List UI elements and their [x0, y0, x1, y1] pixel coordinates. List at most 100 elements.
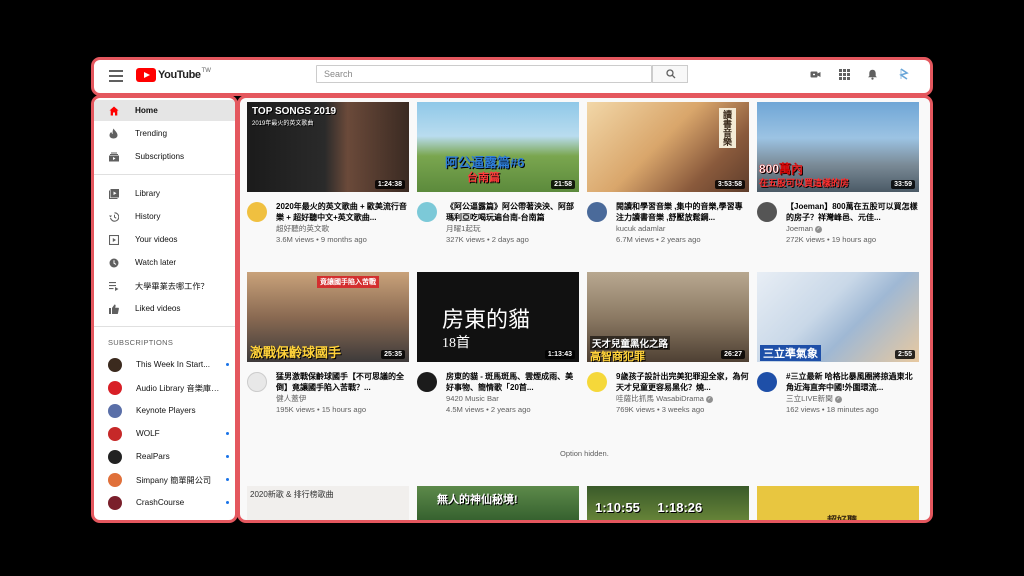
- video-card[interactable]: 三立準氣象 2:55 #三立最新 哈格比暴風圈將掠過東北角近海直奔中國!外圍環流…: [757, 272, 919, 417]
- channel-avatar[interactable]: [417, 372, 437, 392]
- video-thumbnail[interactable]: 天才兒童黑化之路 高智商犯罪 26:27: [587, 272, 749, 362]
- video-thumbnail[interactable]: TOP SONGS 2019 2019年最火的英文歌曲 1:24:38: [247, 102, 409, 192]
- video-stats: 769K views • 3 weeks ago: [616, 405, 705, 414]
- video-thumbnail[interactable]: 阿公逼露篇#6 台南篇 21:58: [417, 102, 579, 192]
- video-thumbnail[interactable]: 1:10:55 1:18:26: [587, 486, 749, 520]
- video-thumbnail[interactable]: 讀書音樂 3:53:58: [587, 102, 749, 192]
- video-thumbnail[interactable]: 竟讓國手陷入苦戰 激戰保齡球國手 25:35: [247, 272, 409, 362]
- video-duration: 3:53:58: [714, 180, 745, 189]
- sidebar-item-liked-videos[interactable]: Liked videos: [94, 298, 235, 319]
- video-duration: 1:24:38: [374, 180, 405, 189]
- sidebar-item-home[interactable]: Home: [94, 100, 235, 121]
- subscription-item[interactable]: Simpany 簡單開公司: [94, 468, 235, 491]
- video-duration: 1:13:43: [544, 350, 575, 359]
- search-icon: [666, 69, 676, 79]
- subscriptions-icon: [108, 151, 119, 162]
- channel-avatar: [108, 403, 122, 418]
- video-duration: 21:58: [551, 180, 575, 189]
- video-thumbnail[interactable]: 三立準氣象 2:55: [757, 272, 919, 362]
- channel-avatar[interactable]: [417, 202, 437, 222]
- channel-name[interactable]: 月曜1起玩: [446, 223, 579, 234]
- verified-icon: ✓: [815, 225, 823, 233]
- video-stats: 195K views • 15 hours ago: [276, 405, 367, 414]
- library-icon: [108, 188, 119, 199]
- subscription-item[interactable]: CrashCourse: [94, 491, 235, 514]
- account-avatar-icon[interactable]: [897, 67, 911, 81]
- history-icon: [108, 211, 119, 222]
- video-stats: 6.7M views • 2 years ago: [616, 235, 701, 244]
- video-title[interactable]: 房東的貓 - 斑馬斑馬、雲煙成雨、美好事物、簡情歌「20首...: [446, 371, 579, 393]
- channel-name[interactable]: 哇薩比抓馬 WasabiDrama ✓: [616, 393, 749, 404]
- youtube-logo[interactable]: YouTube TW: [136, 68, 211, 82]
- sidebar-item-library[interactable]: Library: [94, 183, 235, 204]
- channel-name[interactable]: Joeman ✓: [786, 223, 919, 234]
- sidebar-item-playlist[interactable]: 大學畢業去哪工作？: [94, 275, 235, 296]
- video-duration: 25:35: [381, 350, 405, 359]
- menu-icon[interactable]: [109, 70, 123, 82]
- channel-avatar[interactable]: [587, 372, 607, 392]
- new-content-dot: [226, 478, 229, 481]
- sidebar-item-your-videos[interactable]: Your videos: [94, 229, 235, 250]
- new-content-dot: [226, 363, 229, 366]
- video-duration: 2:55: [894, 350, 915, 359]
- sidebar-divider: [94, 174, 235, 175]
- playlist-icon: [108, 280, 119, 291]
- sidebar-item-history[interactable]: History: [94, 206, 235, 227]
- video-thumbnail[interactable]: 2020新歌 & 排行榜歌曲: [247, 486, 409, 520]
- channel-name[interactable]: kucuk adamlar: [616, 223, 749, 234]
- sidebar-item-watch-later[interactable]: Watch later: [94, 252, 235, 273]
- video-title[interactable]: 【Joeman】800萬在五股可以買怎樣的房子？祥灣峰邑、元佳...: [786, 201, 919, 223]
- channel-avatar[interactable]: [757, 202, 777, 222]
- channel-avatar: [108, 472, 122, 487]
- channel-avatar: [108, 380, 122, 395]
- channel-avatar[interactable]: [757, 372, 777, 392]
- apps-grid-icon[interactable]: [839, 69, 850, 80]
- sidebar-item-trending[interactable]: Trending: [94, 123, 235, 144]
- video-thumbnail[interactable]: 房東的貓 18首 1:13:43: [417, 272, 579, 362]
- video-title[interactable]: 2020年最火的英文歌曲 + 歐美流行音樂 + 超好聽中文+英文歌曲...: [276, 201, 409, 223]
- video-thumbnail[interactable]: 800萬內 在五股可以買這樣的房 33:59: [757, 102, 919, 192]
- home-icon: [108, 105, 119, 116]
- video-title[interactable]: #三立最新 哈格比暴風圈將掠過東北角近海直奔中國!外圍環流...: [786, 371, 919, 393]
- video-card[interactable]: TOP SONGS 2019 2019年最火的英文歌曲 1:24:38 2020…: [247, 102, 409, 247]
- search-button[interactable]: [652, 65, 688, 83]
- video-thumbnail[interactable]: 無人的神仙秘境!: [417, 486, 579, 520]
- subscription-item[interactable]: RealPars: [94, 445, 235, 468]
- channel-avatar[interactable]: [247, 372, 267, 392]
- channel-name[interactable]: 健人蓋伊: [276, 393, 409, 404]
- sidebar-item-subscriptions[interactable]: Subscriptions: [94, 146, 235, 167]
- video-title[interactable]: 猛男激戰保齡球國手【不可思議的全倒】竟讓國手陷入苦戰？...: [276, 371, 409, 393]
- your-videos-icon: [108, 234, 119, 245]
- video-stats: 162 views • 18 minutes ago: [786, 405, 879, 414]
- video-title[interactable]: 9歲孩子設計出完美犯罪迎全家，為何天才兒童更容易黑化？燒...: [616, 371, 749, 393]
- subscription-item[interactable]: Audio Library 音樂庫 ...: [94, 376, 235, 399]
- video-title[interactable]: 《阿公逼露篇》阿公帶著泱泱、阿部瑪利亞吃喝玩遍台南-台南篇: [446, 201, 579, 223]
- channel-avatar[interactable]: [587, 202, 607, 222]
- video-title[interactable]: 閱讀和學習音樂 ,集中的音樂,學習專注力讀書音樂 ,舒壓放鬆鋼...: [616, 201, 749, 223]
- video-card[interactable]: 阿公逼露篇#6 台南篇 21:58 《阿公逼露篇》阿公帶著泱泱、阿部瑪利亞吃喝玩…: [417, 102, 579, 247]
- new-content-dot: [226, 455, 229, 458]
- notification-bell-icon[interactable]: [867, 69, 878, 80]
- channel-name[interactable]: 超好聽的英文歌: [276, 223, 409, 234]
- video-card[interactable]: 房東的貓 18首 1:13:43 房東的貓 - 斑馬斑馬、雲煙成雨、美好事物、簡…: [417, 272, 579, 417]
- video-duration: 26:27: [721, 350, 745, 359]
- youtube-play-icon: [136, 68, 156, 82]
- video-card[interactable]: 800萬內 在五股可以買這樣的房 33:59 【Joeman】800萬在五股可以…: [757, 102, 919, 247]
- clock-icon: [108, 257, 119, 268]
- subscription-item[interactable]: This Week In Start...: [94, 353, 235, 376]
- video-card[interactable]: 讀書音樂 3:53:58 閱讀和學習音樂 ,集中的音樂,學習專注力讀書音樂 ,舒…: [587, 102, 749, 247]
- channel-avatar: [108, 357, 122, 372]
- channel-name[interactable]: 9420 Music Bar: [446, 393, 579, 404]
- verified-icon: ✓: [834, 395, 842, 403]
- search-input[interactable]: Search: [316, 65, 652, 83]
- video-stats: 272K views • 19 hours ago: [786, 235, 877, 244]
- video-thumbnail[interactable]: 超好聽: [757, 486, 919, 520]
- subscription-item[interactable]: Keynote Players: [94, 399, 235, 422]
- channel-avatar[interactable]: [247, 202, 267, 222]
- logo-region: TW: [201, 68, 211, 74]
- channel-name[interactable]: 三立LIVE新聞 ✓: [786, 393, 919, 404]
- video-card[interactable]: 竟讓國手陷入苦戰 激戰保齡球國手 25:35 猛男激戰保齡球國手【不可思議的全倒…: [247, 272, 409, 417]
- create-video-icon[interactable]: [810, 69, 821, 80]
- subscription-item[interactable]: WOLF: [94, 422, 235, 445]
- video-card[interactable]: 天才兒童黑化之路 高智商犯罪 26:27 9歲孩子設計出完美犯罪迎全家，為何天才…: [587, 272, 749, 417]
